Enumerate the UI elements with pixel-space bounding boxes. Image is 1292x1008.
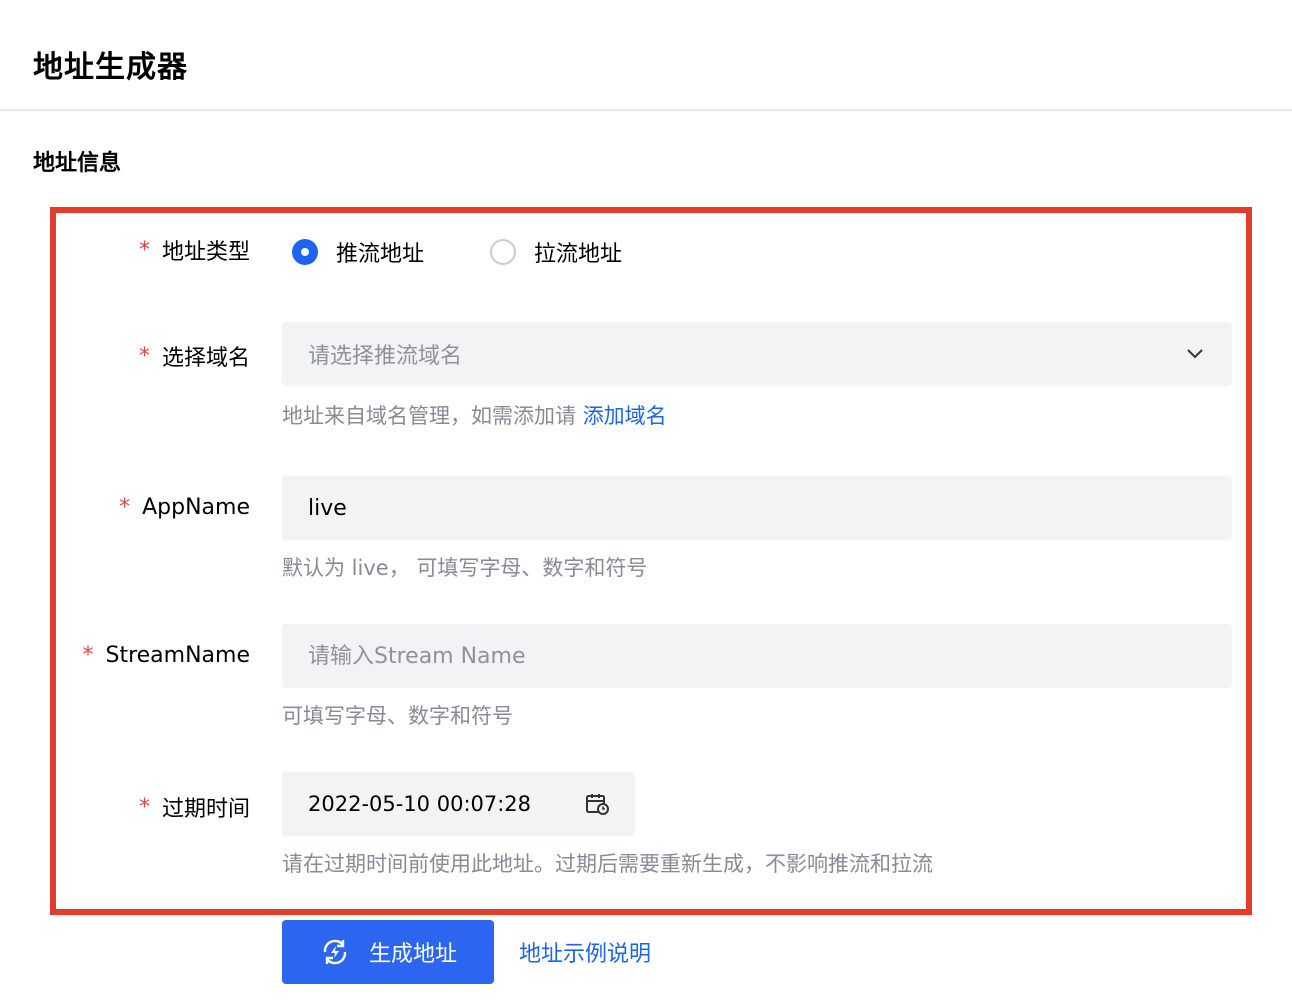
radio-push-address[interactable]: 推流地址 <box>292 236 424 268</box>
required-mark: * <box>138 343 150 369</box>
radio-pull-address[interactable]: 拉流地址 <box>490 236 622 268</box>
address-type-label: * 地址类型 <box>139 234 250 266</box>
appname-hint: 默认为 live， 可填写字母、数字和符号 <box>282 556 648 580</box>
domain-select-placeholder: 请选择推流域名 <box>308 344 463 369</box>
appname-input[interactable] <box>308 495 1206 521</box>
required-mark: * <box>138 794 150 820</box>
appname-field[interactable] <box>282 476 1232 540</box>
streamname-field[interactable] <box>282 624 1232 688</box>
address-example-link[interactable]: 地址示例说明 <box>519 936 651 968</box>
expire-time-label: * 过期时间 <box>139 791 250 823</box>
domain-hint-text: 地址来自域名管理，如需添加请 <box>282 404 576 428</box>
required-mark: * <box>119 495 131 520</box>
radio-unchecked-icon[interactable] <box>490 239 516 265</box>
generate-address-button[interactable]: 生成地址 <box>282 920 494 984</box>
section-title: 地址信息 <box>33 151 122 176</box>
required-mark: * <box>82 643 94 668</box>
appname-label-text: AppName <box>142 495 250 520</box>
expire-time-picker[interactable]: 2022-05-10 00:07:28 <box>282 772 635 836</box>
generate-address-label: 生成地址 <box>368 942 457 967</box>
domain-hint: 地址来自域名管理，如需添加请 添加域名 <box>282 400 667 430</box>
expire-time-value: 2022-05-10 00:07:28 <box>308 792 532 816</box>
streamname-label: * StreamName <box>82 643 250 668</box>
radio-pull-label: 拉流地址 <box>534 242 623 267</box>
domain-label: * 选择域名 <box>139 340 250 372</box>
expire-time-label-text: 过期时间 <box>161 797 250 822</box>
streamname-input[interactable] <box>308 643 1206 669</box>
chevron-down-icon[interactable] <box>1184 343 1206 365</box>
required-mark: * <box>138 237 150 263</box>
address-type-label-text: 地址类型 <box>161 240 250 265</box>
header-divider <box>0 109 1292 111</box>
radio-checked-icon[interactable] <box>292 239 318 265</box>
page-title: 地址生成器 <box>33 50 188 85</box>
streamname-hint: 可填写字母、数字和符号 <box>282 704 513 728</box>
add-domain-link[interactable]: 添加域名 <box>583 404 667 428</box>
streamname-label-text: StreamName <box>105 643 250 668</box>
appname-label: * AppName <box>119 495 250 520</box>
expire-time-hint: 请在过期时间前使用此地址。过期后需要重新生成，不影响推流和拉流 <box>282 852 933 876</box>
domain-select[interactable]: 请选择推流域名 <box>282 322 1232 386</box>
calendar-icon[interactable] <box>585 792 609 816</box>
radio-push-label: 推流地址 <box>336 242 425 267</box>
domain-label-text: 选择域名 <box>161 346 250 371</box>
refresh-lightning-icon <box>319 936 351 968</box>
